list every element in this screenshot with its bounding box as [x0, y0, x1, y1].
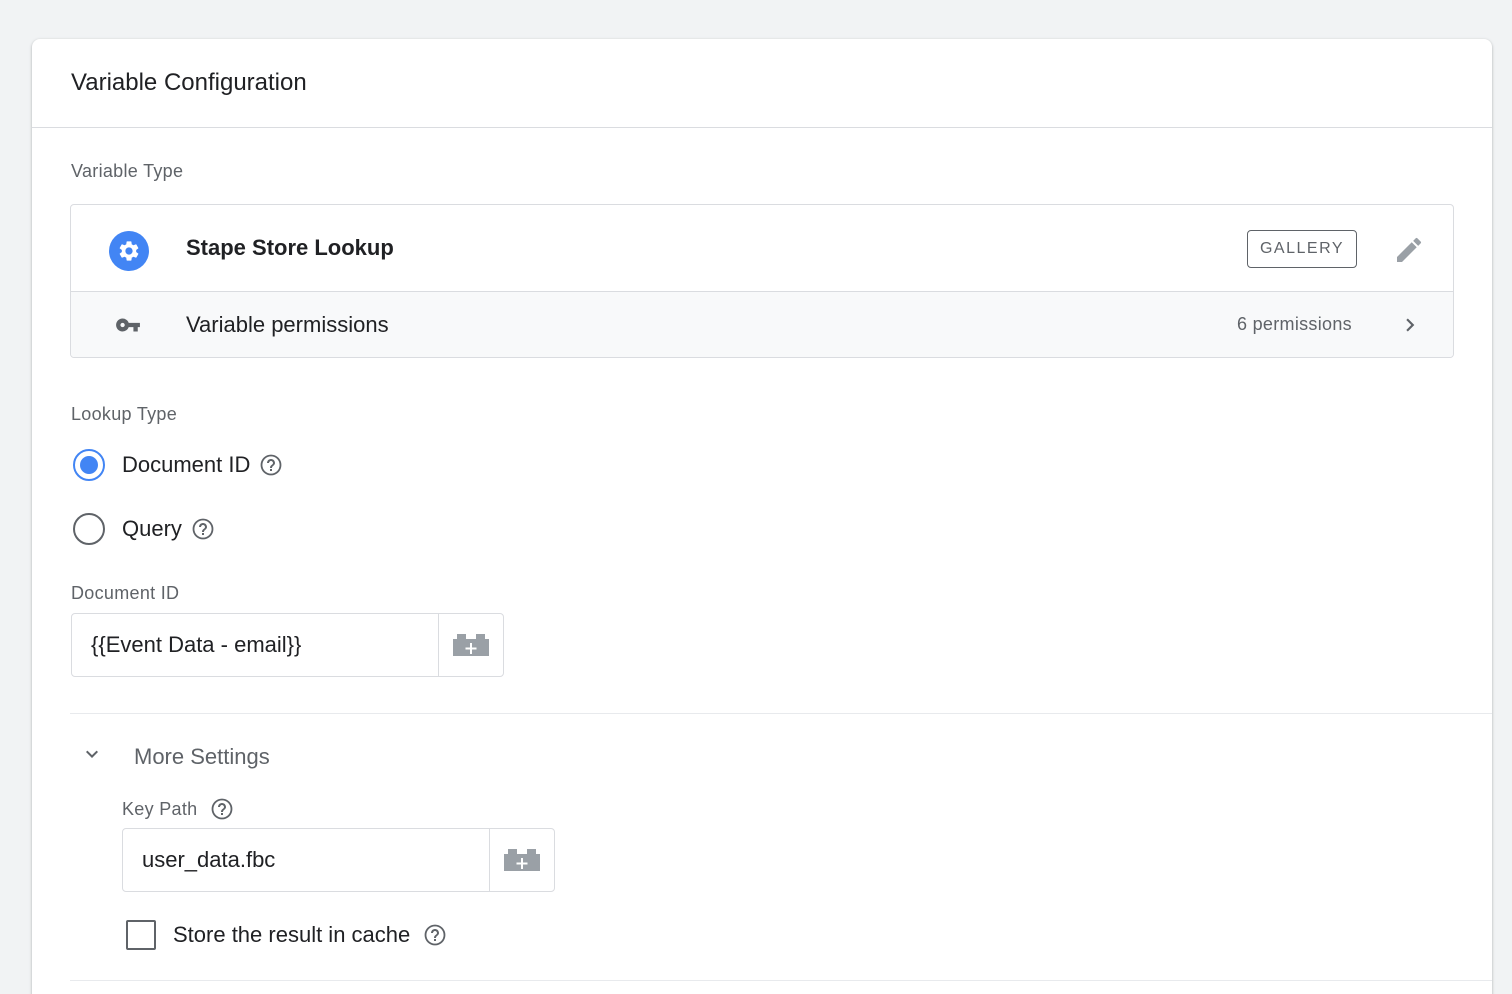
card-header: Variable Configuration: [32, 39, 1492, 128]
key-path-label: Key Path: [122, 798, 198, 819]
radio-label: Query: [122, 516, 182, 541]
cache-checkbox[interactable]: [126, 920, 156, 950]
key-path-input[interactable]: [123, 829, 489, 891]
section-divider: [70, 980, 1492, 981]
help-icon[interactable]: [423, 923, 447, 947]
variable-picker-icon[interactable]: [438, 614, 503, 676]
page-title: Variable Configuration: [71, 69, 307, 96]
radio-button[interactable]: [73, 449, 105, 481]
key-icon: [115, 312, 141, 343]
radio-button[interactable]: [73, 513, 105, 545]
variable-type-name: Stape Store Lookup: [186, 235, 394, 260]
gallery-button[interactable]: GALLERY: [1247, 230, 1357, 268]
gear-icon: [109, 231, 149, 271]
document-id-input[interactable]: [72, 614, 438, 676]
document-id-label: Document ID: [71, 583, 180, 603]
chevron-down-icon: [80, 742, 104, 771]
help-icon[interactable]: [210, 797, 234, 821]
pencil-icon[interactable]: [1393, 234, 1425, 266]
more-settings-toggle[interactable]: More Settings: [80, 742, 270, 771]
variable-picker-icon[interactable]: [489, 829, 554, 891]
variable-type-label: Variable Type: [71, 161, 184, 181]
help-icon[interactable]: [191, 517, 215, 541]
cache-checkbox-label: Store the result in cache: [173, 922, 411, 947]
key-path-label-row: Key Path: [122, 797, 234, 821]
radio-document-id[interactable]: Document ID: [73, 447, 283, 483]
radio-query[interactable]: Query: [73, 511, 215, 547]
variable-type-row[interactable]: Stape Store Lookup GALLERY: [71, 205, 1453, 292]
variable-configuration-card: Variable Configuration Variable Type Sta…: [32, 39, 1492, 994]
lookup-type-label: Lookup Type: [71, 404, 178, 424]
variable-type-box: Stape Store Lookup GALLERY Variable perm…: [70, 204, 1454, 358]
radio-label: Document ID: [122, 452, 251, 477]
document-id-input-group: [71, 613, 504, 677]
chevron-right-icon: [1397, 312, 1423, 343]
key-path-input-group: [122, 828, 555, 892]
help-icon[interactable]: [259, 453, 283, 477]
section-divider: [70, 713, 1492, 714]
variable-permissions-label: Variable permissions: [186, 312, 389, 337]
permissions-count: 6 permissions: [1237, 314, 1352, 334]
variable-permissions-row[interactable]: Variable permissions 6 permissions: [71, 292, 1453, 357]
cache-checkbox-row[interactable]: Store the result in cache: [126, 920, 447, 950]
more-settings-label: More Settings: [134, 743, 270, 769]
